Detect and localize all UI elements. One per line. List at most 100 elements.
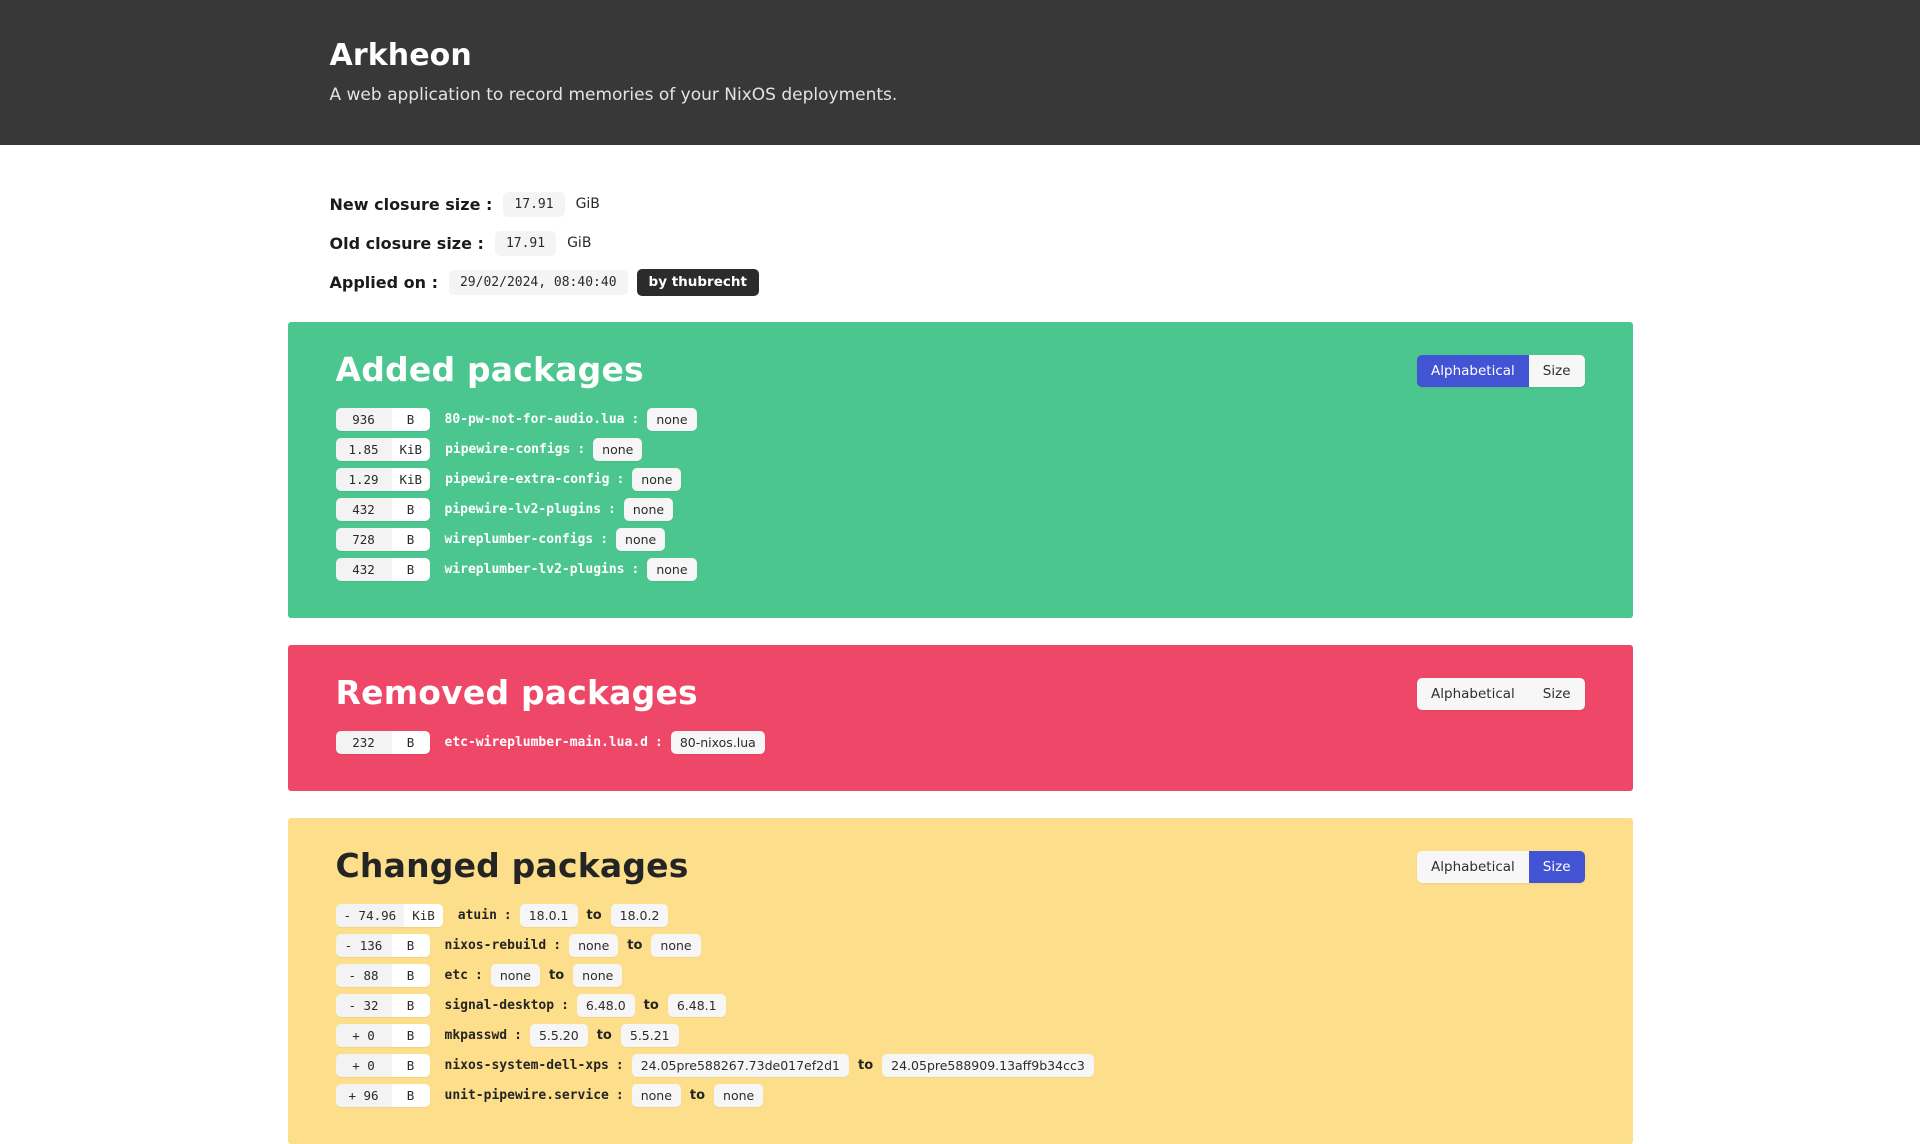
package-name: unit-pipewire.service bbox=[445, 1088, 609, 1103]
package-version-to: none bbox=[651, 934, 700, 957]
section-title: Changed packages bbox=[336, 844, 689, 888]
page-title: Arkheon bbox=[330, 38, 1633, 73]
old-closure-size-value: 17.91 bbox=[495, 231, 556, 256]
version-transition-label: to bbox=[627, 938, 642, 953]
sort-alphabetical-button[interactable]: Alphabetical bbox=[1417, 355, 1529, 387]
package-size-value: - 88 bbox=[336, 964, 392, 987]
package-colon: : bbox=[553, 938, 561, 953]
package-size-badge: 1.29KiB bbox=[336, 468, 431, 491]
section-title: Removed packages bbox=[336, 671, 698, 715]
applied-on-row: Applied on : 29/02/2024, 08:40:40 by thu… bbox=[330, 269, 1633, 295]
package-version-from: none bbox=[632, 1084, 681, 1107]
package-size-badge: - 32B bbox=[336, 994, 430, 1017]
package-size-value: 1.85 bbox=[336, 438, 392, 461]
package-size-unit: B bbox=[392, 1054, 430, 1077]
package-size-badge: 936B bbox=[336, 408, 430, 431]
package-colon: : bbox=[655, 735, 663, 750]
package-size-value: 936 bbox=[336, 408, 392, 431]
old-closure-size-unit: GiB bbox=[567, 235, 591, 251]
sort-alphabetical-button[interactable]: Alphabetical bbox=[1417, 678, 1529, 710]
version-transition-label: to bbox=[597, 1028, 612, 1043]
package-size-value: 432 bbox=[336, 498, 392, 521]
package-size-unit: KiB bbox=[392, 468, 431, 491]
section-header: Removed packages AlphabeticalSize bbox=[336, 671, 1585, 715]
package-size-unit: KiB bbox=[392, 438, 431, 461]
package-row: 232Betc-wireplumber-main.lua.d:80-nixos.… bbox=[336, 731, 1585, 753]
package-row: + 0Bmkpasswd:5.5.20to5.5.21 bbox=[336, 1024, 1585, 1046]
package-version: none bbox=[647, 408, 696, 431]
package-size-badge: - 136B bbox=[336, 934, 430, 957]
applied-on-label: Applied on : bbox=[330, 273, 438, 292]
package-size-unit: B bbox=[392, 1024, 430, 1047]
package-size-badge: 1.85KiB bbox=[336, 438, 431, 461]
package-size-unit: B bbox=[392, 964, 430, 987]
package-sections: Added packagesAlphabeticalSize936B80-pw-… bbox=[0, 322, 1920, 1144]
section-changed: Changed packages AlphabeticalSize - 74.96K… bbox=[288, 818, 1633, 1144]
package-version: none bbox=[593, 438, 642, 461]
package-version: none bbox=[624, 498, 673, 521]
package-colon: : bbox=[632, 562, 640, 577]
sort-toggle-group: AlphabeticalSize bbox=[1417, 355, 1584, 387]
package-colon: : bbox=[608, 502, 616, 517]
package-list: 936B80-pw-not-for-audio.lua:none1.85KiBp… bbox=[336, 408, 1585, 580]
package-version: none bbox=[647, 558, 696, 581]
sort-size-button[interactable]: Size bbox=[1529, 355, 1585, 387]
package-colon: : bbox=[616, 472, 624, 487]
version-transition-label: to bbox=[858, 1058, 873, 1073]
package-version-from: 24.05pre588267.73de017ef2d1 bbox=[632, 1054, 849, 1077]
version-transition-label: to bbox=[549, 968, 564, 983]
package-version-to: 5.5.21 bbox=[621, 1024, 679, 1047]
author-badge: by thubrecht bbox=[637, 269, 759, 296]
package-size-badge: - 74.96KiB bbox=[336, 904, 443, 927]
sort-size-button[interactable]: Size bbox=[1529, 678, 1585, 710]
package-version-to: 24.05pre588909.13aff9b34cc3 bbox=[882, 1054, 1094, 1077]
package-version-to: 18.0.2 bbox=[611, 904, 669, 927]
package-size-value: + 96 bbox=[336, 1084, 392, 1107]
package-row: - 88Betc:nonetonone bbox=[336, 964, 1585, 986]
sort-size-button[interactable]: Size bbox=[1529, 851, 1585, 883]
version-transition-label: to bbox=[587, 908, 602, 923]
package-version: none bbox=[632, 468, 681, 491]
package-size-badge: 432B bbox=[336, 558, 430, 581]
applied-on-timestamp: 29/02/2024, 08:40:40 bbox=[449, 270, 628, 295]
package-colon: : bbox=[632, 412, 640, 427]
package-size-unit: B bbox=[392, 994, 430, 1017]
package-size-badge: 728B bbox=[336, 528, 430, 551]
package-row: 1.29KiB pipewire-extra-config: none bbox=[336, 468, 1585, 490]
package-version: none bbox=[616, 528, 665, 551]
package-size-badge: - 88B bbox=[336, 964, 430, 987]
package-size-value: - 32 bbox=[336, 994, 392, 1017]
package-row: - 74.96KiBatuin:18.0.1to18.0.2 bbox=[336, 904, 1585, 926]
package-colon: : bbox=[577, 442, 585, 457]
version-transition-label: to bbox=[690, 1088, 705, 1103]
package-version: 80-nixos.lua bbox=[671, 731, 765, 754]
section-added: Added packagesAlphabeticalSize936B80-pw-… bbox=[288, 322, 1633, 618]
package-name: wireplumber-configs bbox=[445, 532, 594, 547]
section-header: Added packagesAlphabeticalSize bbox=[336, 348, 1585, 392]
package-colon: : bbox=[475, 968, 483, 983]
package-version-from: none bbox=[569, 934, 618, 957]
package-size-badge: 232B bbox=[336, 731, 430, 754]
package-size-unit: B bbox=[392, 934, 430, 957]
sort-alphabetical-button[interactable]: Alphabetical bbox=[1417, 851, 1529, 883]
package-name: wireplumber-lv2-plugins bbox=[445, 562, 625, 577]
package-size-value: 432 bbox=[336, 558, 392, 581]
package-size-unit: KiB bbox=[404, 904, 443, 927]
package-name: pipewire-lv2-plugins bbox=[445, 502, 602, 517]
package-size-unit: B bbox=[392, 498, 430, 521]
package-size-value: 728 bbox=[336, 528, 392, 551]
package-version-from: 6.48.0 bbox=[577, 994, 635, 1017]
package-name: pipewire-extra-config bbox=[445, 472, 609, 487]
old-closure-size-row: Old closure size : 17.91 GiB bbox=[330, 230, 1633, 256]
package-size-unit: B bbox=[392, 1084, 430, 1107]
version-transition-label: to bbox=[644, 998, 659, 1013]
package-row: 1.85KiBpipewire-configs:none bbox=[336, 438, 1585, 460]
package-list: - 74.96KiBatuin:18.0.1to18.0.2- 136Bnixo… bbox=[336, 904, 1585, 1106]
package-row: 728Bwireplumber-configs:none bbox=[336, 528, 1585, 550]
package-version-from: none bbox=[491, 964, 540, 987]
new-closure-size-value: 17.91 bbox=[503, 192, 564, 217]
package-row: 432B wireplumber-lv2-plugins: none bbox=[336, 558, 1585, 580]
package-colon: : bbox=[616, 1088, 624, 1103]
package-colon: : bbox=[616, 1058, 624, 1073]
package-name: signal-desktop bbox=[445, 998, 555, 1013]
